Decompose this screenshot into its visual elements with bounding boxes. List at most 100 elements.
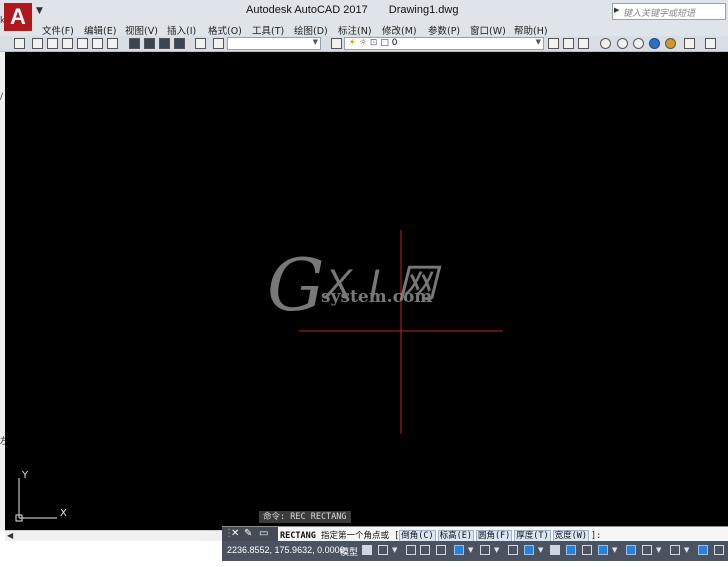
lineweight-icon[interactable] <box>550 545 560 555</box>
menu-view[interactable]: 视图(V) <box>125 23 158 37</box>
cursor-coordinates[interactable]: 2236.8552, 175.9632, 0.0000 <box>227 545 345 555</box>
nw-iso-view-icon[interactable] <box>174 38 185 49</box>
view-manager-icon[interactable] <box>14 38 25 49</box>
command-prompt: RECTANG 指定第一个角点或 [倒角(C) 标高(E) 圆角(F) 厚度(T) 宽度… <box>280 530 602 542</box>
layer-properties-icon[interactable] <box>331 38 342 49</box>
ortho-icon[interactable] <box>436 545 446 555</box>
ne-iso-view-icon[interactable] <box>159 38 170 49</box>
toolbar: ▼ ☀ ☼ ⊡ □ 0 ▼ <box>0 36 728 52</box>
status-bar-tray: 2236.8552, 175.9632, 0.0000 模型 ▼ ▼ ▼ ▼ ▼… <box>222 541 728 561</box>
annotation-visibility-icon[interactable] <box>698 545 708 555</box>
layer-name: 0 <box>391 38 398 48</box>
dynamic-ucs-icon[interactable] <box>626 545 636 555</box>
chevron-down-icon[interactable]: ▼ <box>684 546 689 554</box>
right-view-icon[interactable] <box>77 38 88 49</box>
lock-icon: ⊡ <box>369 38 378 48</box>
freeze-icon: ☼ <box>358 38 368 48</box>
sw-iso-view-icon[interactable] <box>129 38 140 49</box>
close-icon[interactable]: ✕ <box>231 528 239 539</box>
menu-dimension[interactable]: 标注(N) <box>338 23 372 37</box>
layer-previous-icon[interactable] <box>578 38 589 49</box>
menu-parametric[interactable]: 参数(P) <box>428 23 460 37</box>
3d-object-snap-icon[interactable] <box>598 545 608 555</box>
visual-styles-manager-icon[interactable] <box>684 38 695 49</box>
top-view-icon[interactable] <box>32 38 43 49</box>
menu-draw[interactable]: 绘图(D) <box>294 23 328 37</box>
help-search-input[interactable]: 键入关键字或短语 <box>612 3 726 20</box>
dynamic-input-icon[interactable] <box>420 545 430 555</box>
visual-style-conceptual-icon[interactable] <box>665 38 676 49</box>
isometric-drafting-icon[interactable] <box>480 545 490 555</box>
command-instruction: 指定第一个角点或 <box>320 531 389 541</box>
visual-style-wireframe-icon[interactable] <box>617 38 628 49</box>
polar-tracking-icon[interactable] <box>454 545 464 555</box>
status-bar: 2236.8552, 175.9632, 0.0000 模型 ▼ ▼ ▼ ▼ ▼… <box>0 541 728 567</box>
search-expand-icon[interactable]: ▶ <box>614 6 619 14</box>
visual-style-hidden-icon[interactable] <box>633 38 644 49</box>
menu-bar: 文件(F) 编辑(E) 视图(V) 插入(I) 格式(O) 工具(T) 绘图(D… <box>0 22 728 37</box>
left-view-icon[interactable] <box>62 38 73 49</box>
horizontal-scrollbar[interactable]: ◀ <box>5 530 222 541</box>
ucs-x-label: X <box>60 508 67 519</box>
object-snap-tracking-icon[interactable] <box>508 545 518 555</box>
visual-style-2d-icon[interactable] <box>600 38 611 49</box>
menu-file[interactable]: 文件(F) <box>42 23 74 37</box>
match-layer-icon[interactable] <box>563 38 574 49</box>
menu-edit[interactable]: 编辑(E) <box>84 23 116 37</box>
transparency-icon[interactable] <box>566 545 576 555</box>
front-view-icon[interactable] <box>92 38 103 49</box>
menu-help[interactable]: 帮助(H) <box>514 23 548 37</box>
watermark-domain: system.com <box>321 287 433 307</box>
chevron-down-icon[interactable]: ▼ <box>612 546 617 554</box>
ucs-icon[interactable] <box>213 38 224 49</box>
customize-wrench-icon[interactable]: ✎ <box>244 528 252 539</box>
lightbulb-icon: ☀ <box>348 38 357 48</box>
selection-cycling-icon[interactable] <box>582 545 592 555</box>
command-line[interactable]: ⋮ ✕ ✎ ▭ RECTANG 指定第一个角点或 [倒角(C) 标高(E) 圆角(F… <box>222 526 728 542</box>
chevron-down-icon[interactable]: ▼ <box>468 546 473 554</box>
layer-combo[interactable]: ☀ ☼ ⊡ □ 0 ▼ <box>344 37 544 50</box>
view-combo[interactable]: ▼ <box>227 37 321 50</box>
watermark: G X I 网 system.com <box>267 243 447 367</box>
chevron-down-icon[interactable]: ▼ <box>392 546 397 554</box>
document-title: Drawing1.dwg <box>388 4 459 16</box>
back-view-icon[interactable] <box>107 38 118 49</box>
recent-commands-icon[interactable]: ▭ <box>259 528 268 539</box>
menu-insert[interactable]: 插入(I) <box>167 23 196 37</box>
chevron-down-icon: ▼ <box>312 38 318 46</box>
bottom-view-icon[interactable] <box>47 38 58 49</box>
drawing-canvas[interactable]: G X I 网 system.com Y X <box>5 52 728 530</box>
title-bar: A ▼ Autodesk AutoCAD 2017 Drawing1.dwg 键… <box>0 0 728 31</box>
chevron-down-icon: ▼ <box>535 38 541 46</box>
se-iso-view-icon[interactable] <box>144 38 155 49</box>
autocad-logo-icon[interactable]: A <box>4 3 32 31</box>
grid-icon[interactable] <box>362 545 372 555</box>
edge-glyph: / <box>0 92 4 102</box>
workspace-gear-icon[interactable] <box>714 545 724 555</box>
menu-modify[interactable]: 修改(M) <box>382 23 417 37</box>
menu-tools[interactable]: 工具(T) <box>252 23 284 37</box>
menu-format[interactable]: 格式(O) <box>208 23 242 37</box>
watermark-g: G <box>267 243 325 327</box>
color-swatch-icon: □ <box>380 38 389 48</box>
chevron-down-icon[interactable]: ▼ <box>494 546 499 554</box>
snap-icon[interactable] <box>378 545 388 555</box>
visual-style-realistic-icon[interactable] <box>649 38 660 49</box>
menu-window[interactable]: 窗口(W) <box>470 23 506 37</box>
chevron-down-icon[interactable]: ▼ <box>538 546 543 554</box>
dimension-linear-icon[interactable] <box>705 38 716 49</box>
model-space-button[interactable]: 模型 <box>340 545 358 558</box>
chevron-down-icon[interactable]: ▼ <box>656 546 661 554</box>
camera-icon[interactable] <box>195 38 206 49</box>
selection-filter-icon[interactable] <box>642 545 652 555</box>
gizmo-icon[interactable] <box>670 545 680 555</box>
scroll-left-icon[interactable]: ◀ <box>7 531 13 540</box>
object-snap-icon[interactable] <box>524 545 534 555</box>
make-current-icon[interactable] <box>548 38 559 49</box>
command-name: RECTANG <box>280 531 316 541</box>
ucs-y-label: Y <box>22 470 29 481</box>
quick-access-dropdown-icon[interactable]: ▼ <box>36 6 43 16</box>
infer-constraints-icon[interactable] <box>406 545 416 555</box>
command-history: 命令: REC RECTANG <box>259 511 351 523</box>
command-line-controls: ⋮ ✕ ✎ ▭ <box>222 527 278 542</box>
